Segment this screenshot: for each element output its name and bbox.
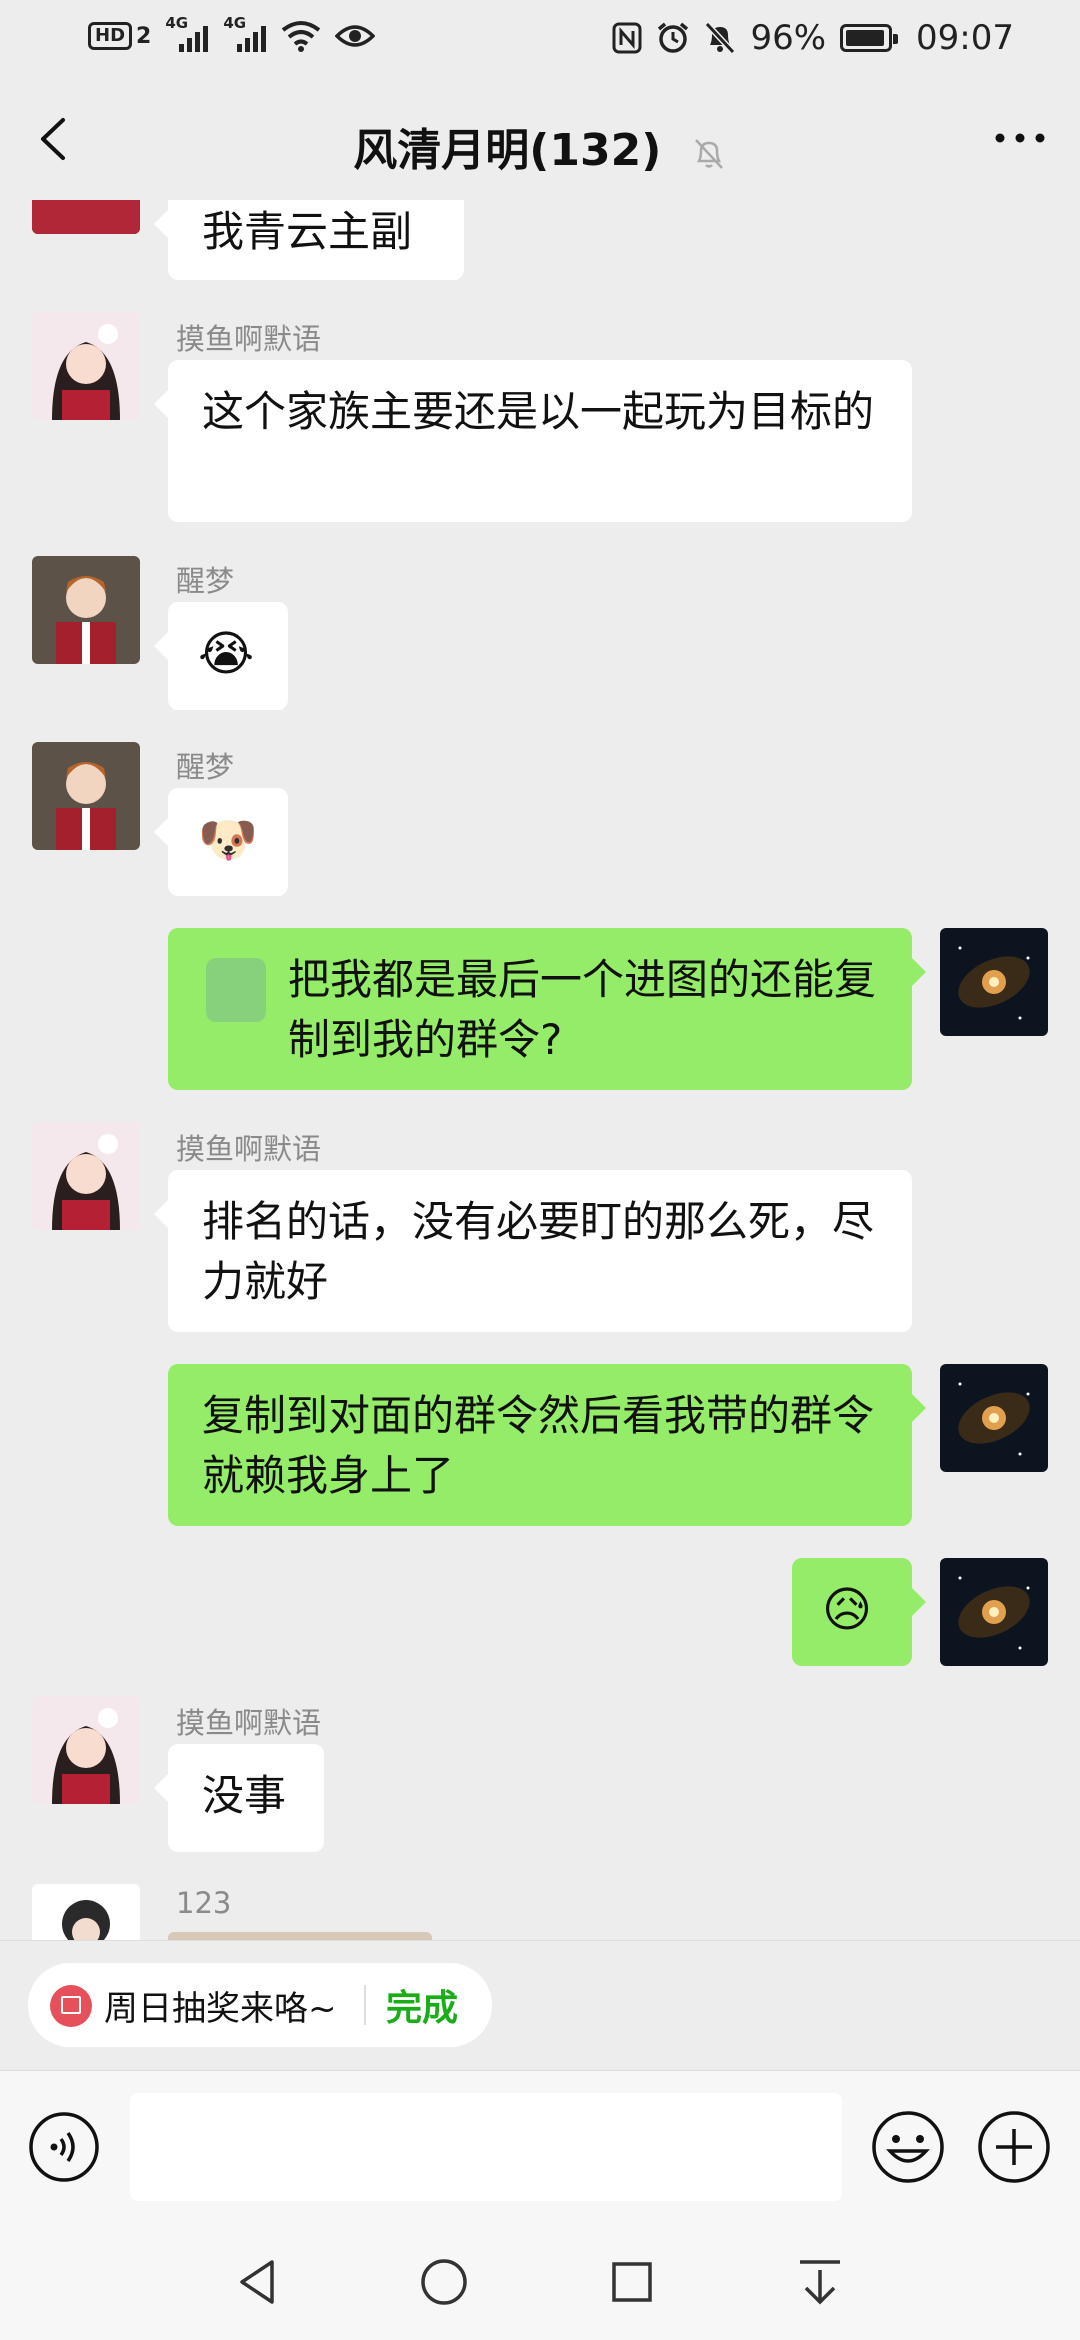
lottery-chip[interactable]: 周日抽奖来咯~ 完成 — [28, 1963, 492, 2047]
battery-percent: 96% — [750, 18, 827, 58]
nav-home-button[interactable] — [414, 2252, 474, 2312]
my-avatar[interactable] — [940, 928, 1048, 1036]
voice-button[interactable] — [28, 2111, 100, 2183]
chat-title-area: 风清月明(132) — [0, 114, 1080, 178]
nav-back-button[interactable] — [228, 2252, 288, 2312]
sender-name: 摸鱼啊默语 — [176, 1132, 322, 1166]
message-bubble[interactable]: 排名的话，没有必要盯的那么死，尽力就好 — [154, 1170, 912, 1332]
chat-header: 风清月明(132) — [0, 80, 1080, 200]
avatar[interactable] — [32, 200, 140, 234]
message-text: 复制到对面的群令然后看我带的群令就赖我身上了 — [202, 1391, 875, 1500]
message-bubble[interactable]: 😥 — [792, 1558, 926, 1666]
message-bubble[interactable]: 我青云主副 — [154, 200, 464, 280]
gift-icon — [50, 1985, 92, 2027]
message-text: 排名的话，没有必要盯的那么死，尽力就好 — [202, 1197, 875, 1306]
message-text: 这个家族主要还是以一起玩为目标的 — [202, 387, 875, 436]
nfc-icon — [612, 22, 642, 54]
my-avatar[interactable] — [940, 1558, 1048, 1666]
chip-divider — [364, 1985, 366, 2025]
bell-off-icon — [694, 139, 723, 169]
sender-name: 摸鱼啊默语 — [176, 322, 322, 356]
sender-name: 123 — [176, 1886, 232, 1920]
message-bubble[interactable]: 🐶 — [154, 788, 288, 896]
status-left-indicators: HD 2 4G 4G — [88, 14, 376, 54]
sender-name: 醒梦 — [176, 564, 235, 598]
silent-icon — [705, 21, 736, 55]
hd-badge: HD — [88, 22, 133, 50]
signal-icon: 4G — [223, 14, 267, 54]
message-text: 没事 — [202, 1771, 287, 1820]
wifi-icon — [282, 21, 321, 52]
chat-title: 风清月明(132) — [353, 125, 662, 176]
avatar[interactable] — [32, 742, 140, 850]
emoji-icon — [872, 2111, 944, 2183]
more-button[interactable] — [990, 118, 1050, 158]
nav-dock-button[interactable] — [790, 2252, 850, 2312]
image-message[interactable] — [168, 1932, 432, 1940]
message-bubble[interactable]: 这个家族主要还是以一起玩为目标的 — [154, 360, 912, 522]
message-bubble[interactable]: 没事 — [154, 1744, 324, 1852]
sender-name: 摸鱼啊默语 — [176, 1706, 322, 1740]
status-right-indicators: 96% 09:07 — [612, 18, 1014, 58]
avatar[interactable] — [32, 1122, 140, 1230]
eye-icon — [335, 25, 376, 47]
message-bubble[interactable]: 把我都是最后一个进图的还能复制到我的群令? — [168, 928, 926, 1090]
triangle-left-icon — [240, 2260, 274, 2304]
battery-icon — [840, 24, 899, 52]
plus-button[interactable] — [976, 2109, 1052, 2185]
doge-emoji: 🐶 — [198, 812, 258, 868]
message-input[interactable] — [130, 2093, 842, 2201]
done-button[interactable]: 完成 — [386, 1979, 458, 2031]
sender-name: 醒梦 — [176, 750, 235, 784]
system-nav-bar — [0, 2220, 1080, 2340]
circle-icon — [421, 2259, 467, 2305]
input-bar — [0, 2070, 1080, 2221]
signal-icon: 4G — [165, 14, 209, 54]
status-bar: HD 2 4G 4G 96% 09:07 — [0, 0, 1080, 80]
message-bubble[interactable]: 😭 — [154, 602, 288, 710]
crying-emoji: 😭 — [198, 626, 255, 682]
avatar[interactable] — [32, 556, 140, 664]
clock: 09:07 — [916, 18, 1014, 58]
message-list[interactable]: 我青云主副 摸鱼啊默语 这个家族主要还是以一起玩为目标的 醒梦 😭 醒梦 🐶 把… — [0, 200, 1080, 1940]
message-text: 我青云主副 — [202, 207, 413, 256]
message-bubble[interactable]: 复制到对面的群令然后看我带的群令就赖我身上了 — [168, 1364, 926, 1526]
nav-recents-button[interactable] — [602, 2252, 662, 2312]
avatar[interactable] — [32, 1696, 140, 1804]
avatar[interactable] — [32, 312, 140, 420]
sim2-label: 2 — [136, 23, 152, 49]
alarm-icon — [658, 22, 689, 53]
emoji-button[interactable] — [870, 2109, 946, 2185]
chip-text: 周日抽奖来咯~ — [104, 1989, 337, 2029]
sad-emoji: 😥 — [822, 1582, 873, 1638]
avatar[interactable] — [32, 1884, 140, 1940]
square-icon — [612, 2262, 652, 2302]
more-dots-icon — [995, 133, 1045, 143]
my-avatar[interactable] — [940, 1364, 1048, 1472]
quick-action-bar: 周日抽奖来咯~ 完成 — [0, 1940, 1080, 2071]
message-text: 把我都是最后一个进图的还能复制到我的群令? — [288, 955, 877, 1064]
arrow-down-line-icon — [800, 2260, 840, 2305]
image-thumbnail — [206, 958, 266, 1022]
voice-icon — [29, 2112, 99, 2182]
plus-icon — [978, 2111, 1050, 2183]
